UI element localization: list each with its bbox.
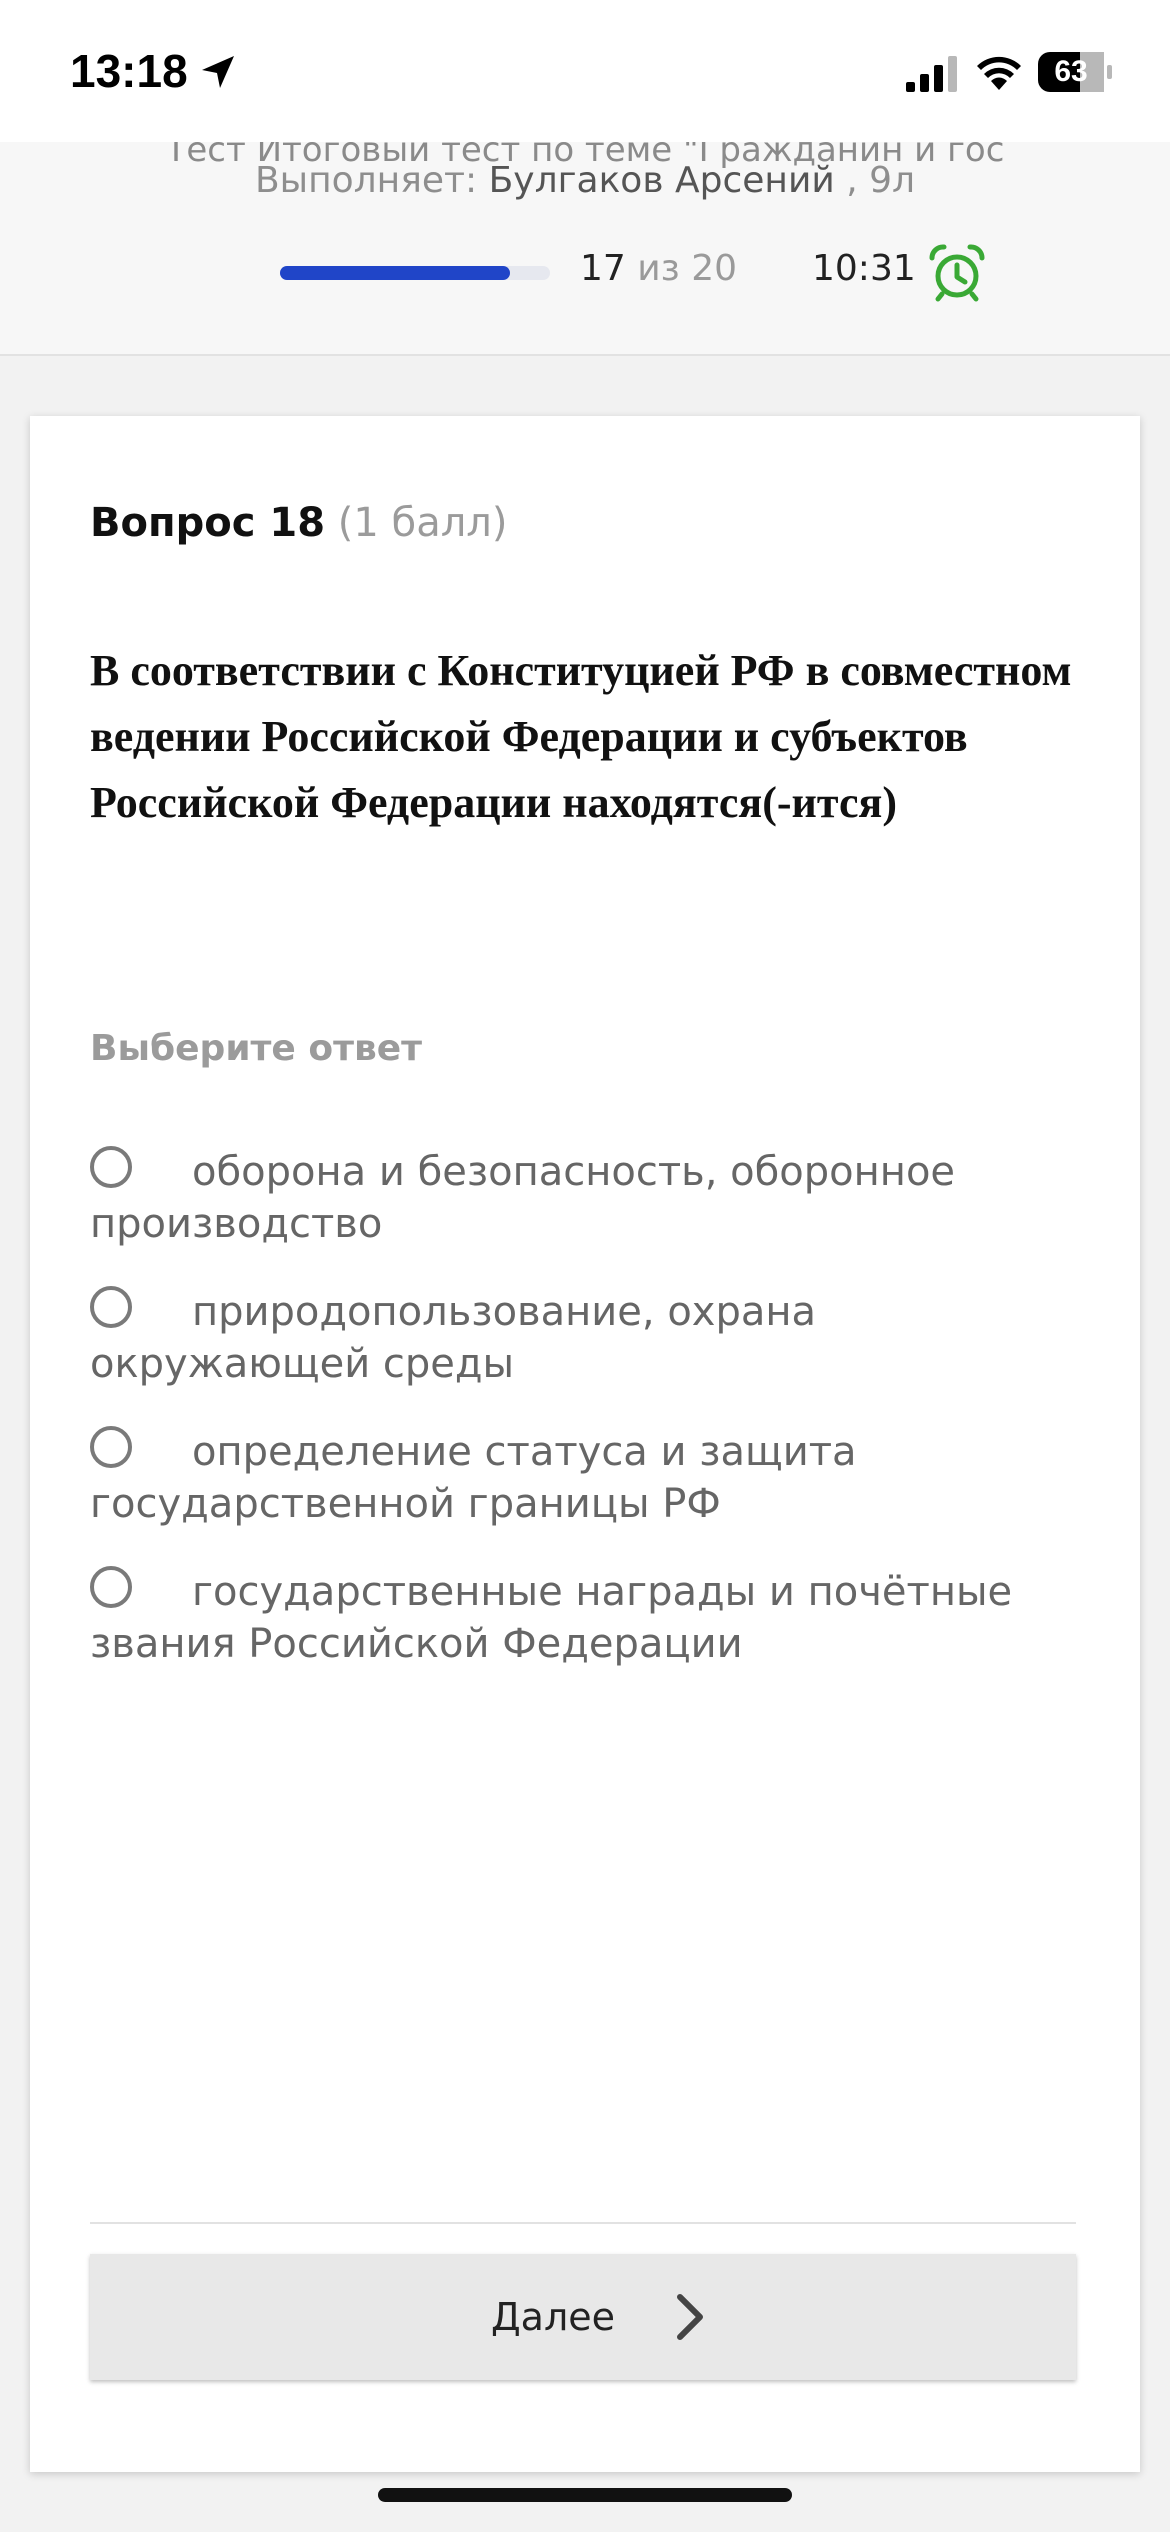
answer-option-text: определение статуса и защита государстве…: [90, 1429, 857, 1527]
status-bar: 13:18 63: [0, 0, 1170, 142]
battery-level: 63: [1054, 55, 1088, 88]
radio-button[interactable]: [90, 1146, 132, 1188]
answer-option[interactable]: оборона и безопасность, оборонное произв…: [90, 1146, 1090, 1250]
cellular-signal-icon: [906, 56, 957, 92]
home-indicator: [378, 2488, 792, 2502]
test-header: Тест Итоговый тест по теме "Гражданин и …: [0, 142, 1170, 356]
performer-name: Булгаков Арсений: [488, 160, 835, 201]
progress-separator: из: [637, 248, 680, 289]
performer-class: , 9л: [846, 160, 916, 201]
answer-option-text: государственные награды и почётные звани…: [90, 1569, 1013, 1667]
status-time: 13:18: [70, 45, 188, 97]
performer-line: Выполняет: Булгаков Арсений , 9л: [0, 160, 1170, 201]
question-text: В соответствии с Конституцией РФ в совме…: [90, 646, 1072, 827]
choose-answer-label: Выберите ответ: [90, 1028, 423, 1069]
location-arrow-icon: [202, 56, 234, 88]
answer-option[interactable]: природопользование, охрана окружающей ср…: [90, 1286, 1090, 1390]
answer-option-text: оборона и безопасность, оборонное произв…: [90, 1149, 956, 1247]
question-card: Вопрос 18 (1 балл) В соответствии с Конс…: [30, 416, 1140, 2472]
radio-button[interactable]: [90, 1566, 132, 1608]
next-button[interactable]: Далее: [90, 2254, 1076, 2380]
progress-count: 17 из 20: [580, 248, 737, 289]
question-number: Вопрос 18: [90, 500, 326, 546]
performer-label: Выполняет:: [254, 160, 478, 201]
answer-option-text: природопользование, охрана окружающей ср…: [90, 1289, 817, 1387]
answer-option[interactable]: определение статуса и защита государстве…: [90, 1426, 1090, 1530]
answer-options: оборона и безопасность, оборонное произв…: [90, 1146, 1090, 1706]
progress-total: 20: [691, 248, 738, 289]
progress-bar: [280, 266, 550, 280]
next-button-label: Далее: [490, 2295, 616, 2339]
radio-button[interactable]: [90, 1286, 132, 1328]
timer: 10:31: [812, 248, 916, 289]
radio-button[interactable]: [90, 1426, 132, 1468]
question-points: (1 балл): [337, 500, 508, 546]
alarm-clock-icon: [929, 244, 985, 302]
chevron-right-icon: [677, 2294, 703, 2340]
question-header: Вопрос 18 (1 балл): [90, 500, 507, 546]
progress-current: 17: [580, 248, 626, 289]
answer-option[interactable]: государственные награды и почётные звани…: [90, 1566, 1090, 1670]
divider: [90, 2222, 1076, 2224]
wifi-icon: [977, 56, 1021, 90]
progress-bar-fill: [280, 266, 510, 280]
